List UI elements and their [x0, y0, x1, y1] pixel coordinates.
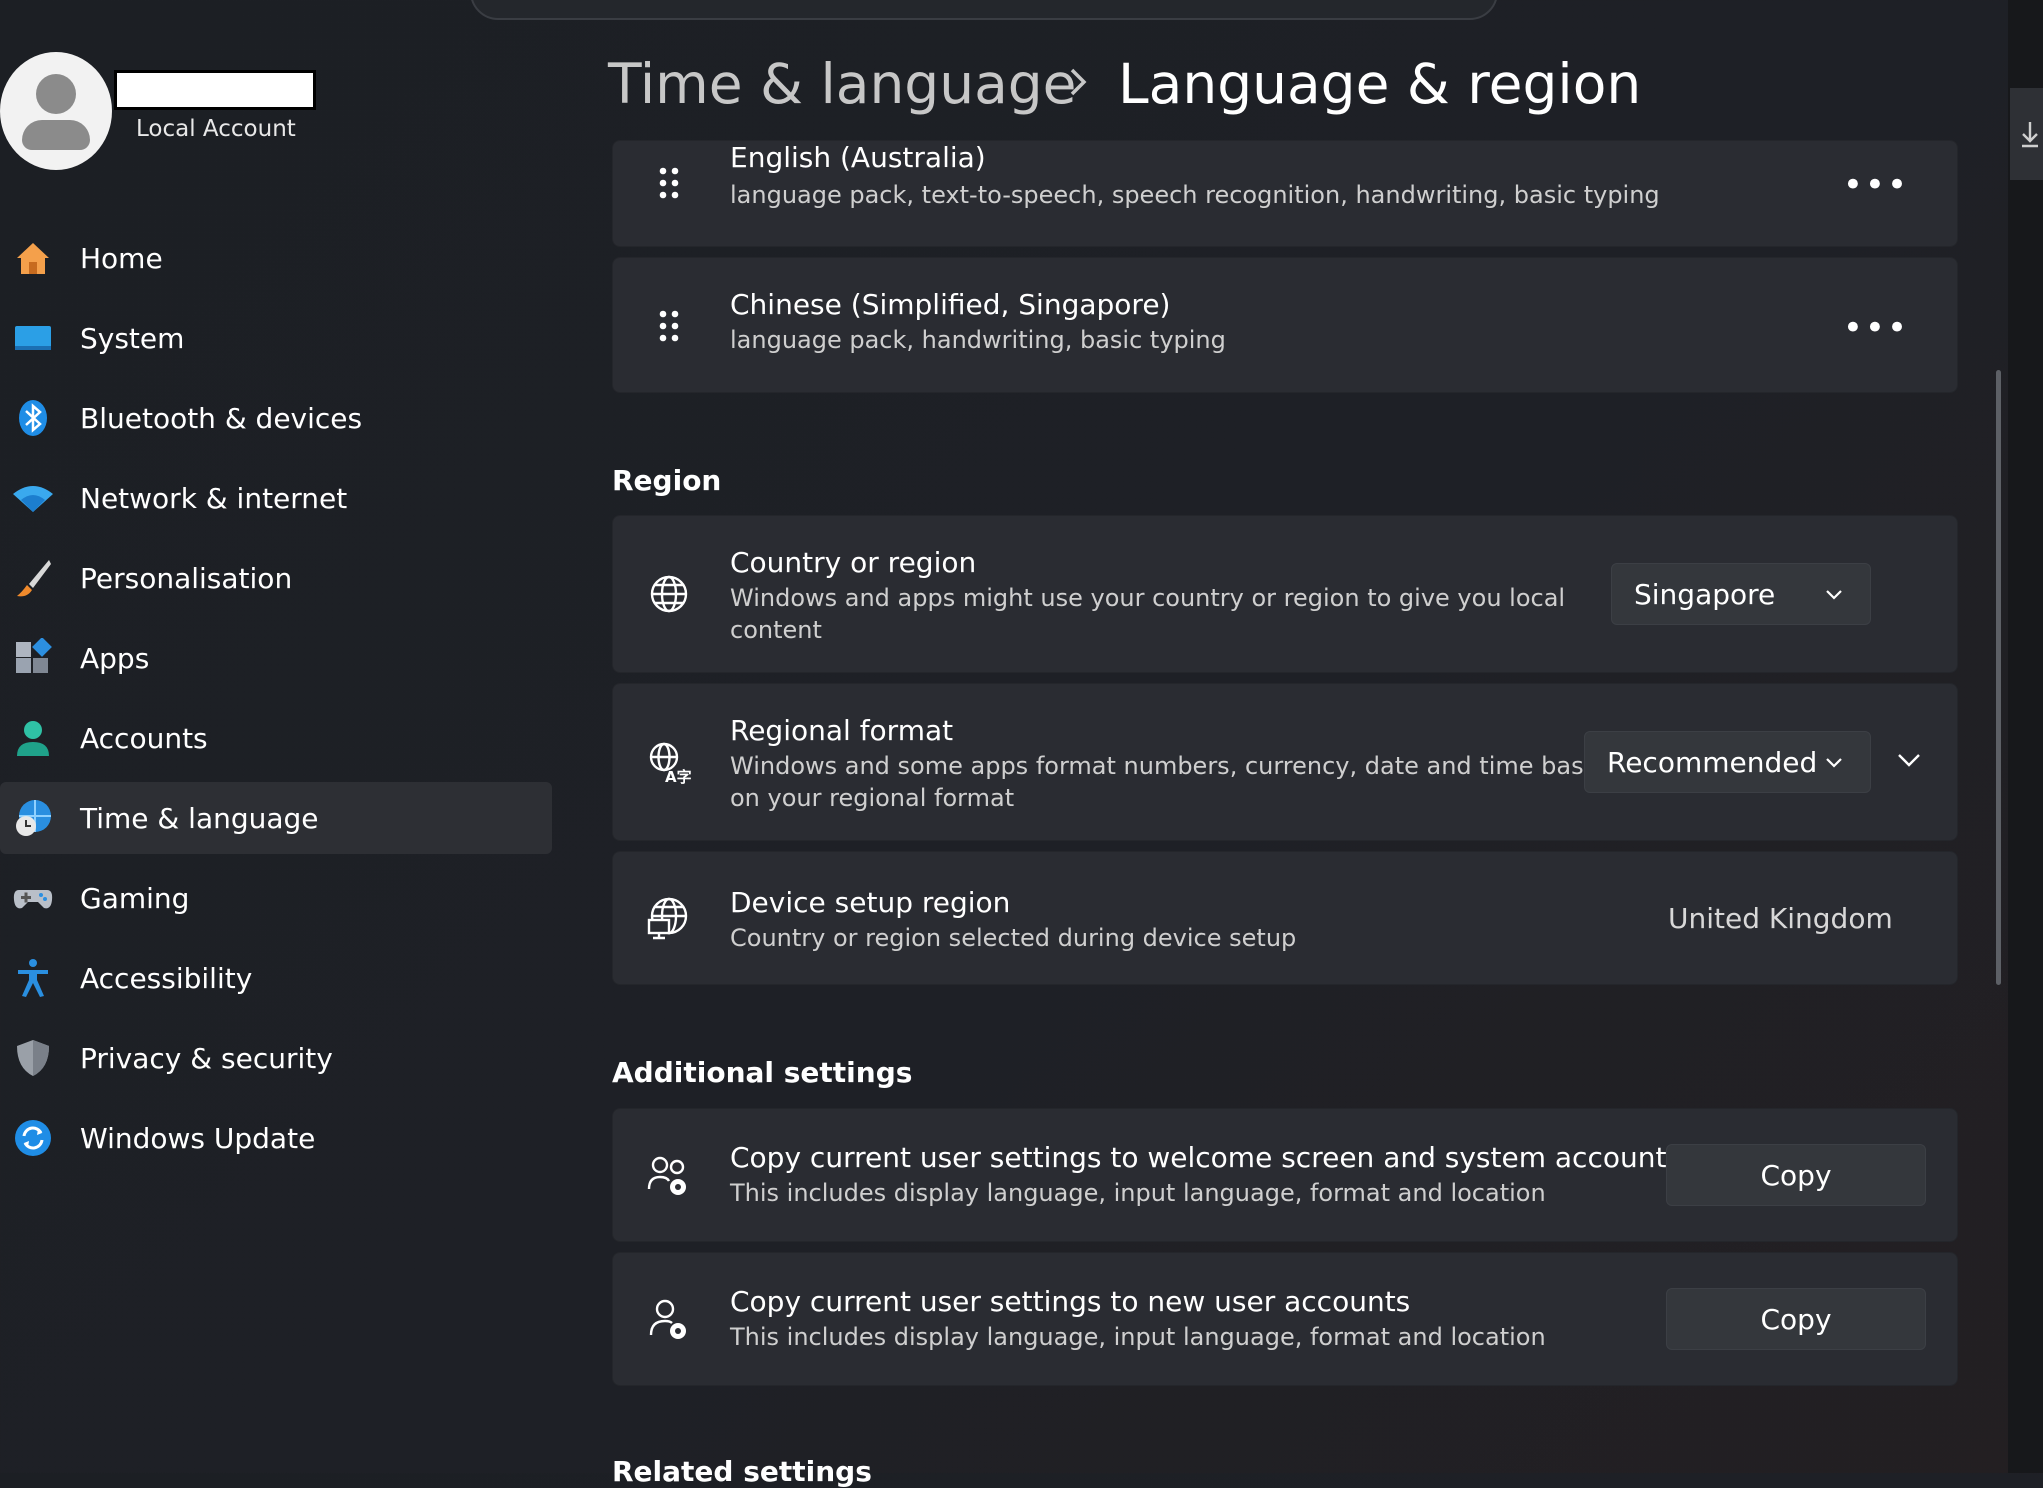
device-setup-region-setting: Device setup region Country or region se… — [612, 851, 1958, 985]
sidebar-item-home[interactable]: Home — [0, 222, 552, 294]
gamepad-icon — [12, 877, 54, 919]
chevron-down-icon — [1824, 584, 1844, 608]
setting-title: Copy current user settings to new user a… — [730, 1285, 1411, 1318]
sidebar-item-accounts[interactable]: Accounts — [0, 702, 552, 774]
country-region-setting: Country or region Windows and apps might… — [612, 515, 1958, 673]
section-title-region: Region — [612, 464, 722, 497]
globe-device-icon — [647, 896, 691, 940]
drag-handle-icon[interactable] — [647, 306, 691, 350]
avatar-head — [36, 74, 76, 114]
scrollbar-thumb[interactable] — [1996, 370, 2001, 985]
sidebar-item-bluetooth[interactable]: Bluetooth & devices — [0, 382, 552, 454]
language-features: language pack, handwriting, basic typing — [730, 326, 1226, 354]
sidebar-item-label: Gaming — [80, 881, 190, 915]
sidebar-item-windows-update[interactable]: Windows Update — [0, 1102, 552, 1174]
avatar-body — [22, 120, 90, 150]
setting-title: Device setup region — [730, 886, 1011, 919]
language-item-chinese-singapore[interactable]: Chinese (Simplified, Singapore) language… — [612, 257, 1958, 393]
language-name: English (Australia) — [730, 141, 986, 174]
sidebar-item-system[interactable]: System — [0, 302, 552, 374]
sidebar-nav: Home System Bluetooth & devices Network … — [0, 222, 552, 1182]
setting-description: Country or region selected during device… — [730, 924, 1297, 952]
sidebar-item-apps[interactable]: Apps — [0, 622, 552, 694]
page-title: Language & region — [1118, 52, 1642, 116]
regional-format-dropdown-value: Recommended — [1607, 745, 1818, 779]
sidebar-item-label: Accessibility — [80, 961, 253, 995]
sidebar-item-gaming[interactable]: Gaming — [0, 862, 552, 934]
language-name: Chinese (Simplified, Singapore) — [730, 288, 1171, 321]
setting-description-line1: Windows and apps might use your country … — [730, 584, 1566, 612]
person-icon — [12, 717, 54, 759]
sidebar-item-privacy[interactable]: Privacy & security — [0, 1022, 552, 1094]
sidebar-item-accessibility[interactable]: Accessibility — [0, 942, 552, 1014]
sidebar-item-label: Windows Update — [80, 1121, 316, 1155]
country-dropdown[interactable]: Singapore — [1611, 563, 1871, 625]
copy-to-new-users-setting: Copy current user settings to new user a… — [612, 1252, 1958, 1386]
setting-description-line2: on your regional format — [730, 784, 1015, 812]
sidebar-item-personalisation[interactable]: Personalisation — [0, 542, 552, 614]
sidebar-item-label: Apps — [80, 641, 150, 675]
copy-new-users-button[interactable]: Copy — [1666, 1288, 1926, 1350]
download-widget[interactable] — [2010, 88, 2043, 180]
sidebar-item-label: Accounts — [80, 721, 208, 755]
regional-format-dropdown[interactable]: Recommended — [1584, 731, 1871, 793]
accessibility-icon — [12, 957, 54, 999]
setting-description: This includes display language, input la… — [730, 1323, 1546, 1351]
sidebar-item-time-language[interactable]: Time & language — [0, 782, 552, 854]
account-type: Local Account — [136, 116, 296, 142]
sidebar-item-label: Privacy & security — [80, 1041, 333, 1075]
apps-icon — [12, 637, 54, 679]
regional-format-setting[interactable]: A字 Regional format Windows and some apps… — [612, 683, 1958, 841]
person-settings-icon — [647, 1299, 691, 1343]
expand-chevron-icon[interactable] — [1895, 746, 1923, 778]
sidebar-item-label: System — [80, 321, 185, 355]
sidebar-item-label: Time & language — [80, 801, 319, 835]
section-title-additional-settings: Additional settings — [612, 1056, 913, 1089]
setting-title: Country or region — [730, 546, 977, 579]
setting-description-line1: Windows and some apps format numbers, cu… — [730, 752, 1614, 780]
setting-description: This includes display language, input la… — [730, 1179, 1546, 1207]
setting-description-line2: content — [730, 616, 822, 644]
more-options-button[interactable]: ••• — [1843, 165, 1909, 205]
avatar[interactable] — [0, 52, 112, 170]
language-item-english-australia[interactable]: English (Australia) language pack, text-… — [612, 140, 1958, 247]
system-icon — [12, 317, 54, 359]
brush-icon — [12, 557, 54, 599]
globe-icon — [647, 572, 691, 616]
setting-title: Copy current user settings to welcome sc… — [730, 1141, 1682, 1174]
language-features: language pack, text-to-speech, speech re… — [730, 181, 1660, 209]
globe-clock-icon — [12, 797, 54, 839]
chevron-right-icon — [1066, 62, 1092, 106]
language-format-icon: A字 — [647, 740, 692, 786]
svg-text:A字: A字 — [665, 768, 691, 784]
shield-icon — [12, 1037, 54, 1079]
right-edge-panel — [2008, 0, 2043, 1473]
redacted-user-name — [114, 70, 316, 110]
chevron-down-icon — [1824, 752, 1844, 776]
copy-to-welcome-setting: Copy current user settings to welcome sc… — [612, 1108, 1958, 1242]
sidebar-item-label: Bluetooth & devices — [80, 401, 363, 435]
breadcrumb-parent[interactable]: Time & language — [608, 52, 1077, 116]
section-title-related-settings: Related settings — [612, 1455, 872, 1488]
people-settings-icon — [647, 1155, 691, 1199]
wifi-icon — [12, 477, 54, 519]
home-icon — [12, 237, 54, 279]
country-dropdown-value: Singapore — [1634, 577, 1776, 611]
bluetooth-icon — [12, 397, 54, 439]
search-box[interactable] — [470, 0, 1498, 20]
sidebar-item-label: Network & internet — [80, 481, 348, 515]
more-options-button[interactable]: ••• — [1843, 308, 1909, 348]
sidebar-item-label: Personalisation — [80, 561, 293, 595]
drag-handle-icon[interactable] — [647, 163, 691, 207]
update-icon — [12, 1117, 54, 1159]
sidebar-item-label: Home — [80, 241, 163, 275]
sidebar-item-network[interactable]: Network & internet — [0, 462, 552, 534]
setting-title: Regional format — [730, 714, 954, 747]
copy-welcome-button[interactable]: Copy — [1666, 1144, 1926, 1206]
device-setup-region-value: United Kingdom — [1668, 902, 1893, 935]
